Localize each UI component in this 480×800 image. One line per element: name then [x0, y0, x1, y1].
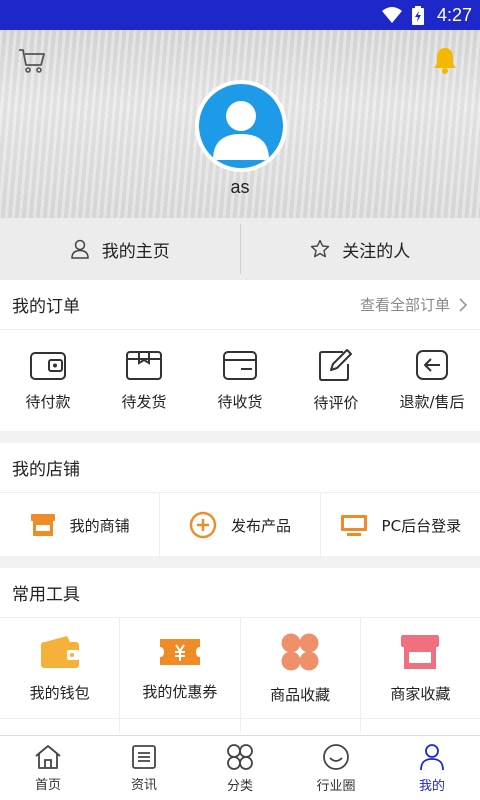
cart-icon[interactable]	[18, 48, 46, 74]
chevron-right-icon	[459, 297, 468, 312]
store-icon	[30, 514, 55, 536]
receive-icon	[223, 350, 257, 380]
avatar[interactable]	[195, 80, 287, 172]
order-pending-review[interactable]: 待评价	[288, 330, 384, 430]
view-all-orders-link[interactable]: 查看全部订单	[360, 294, 468, 315]
nav-label: 首页	[34, 777, 61, 793]
nav-news[interactable]: 资讯	[96, 736, 192, 800]
tools-title: 常用工具	[12, 585, 80, 605]
nav-label: 资讯	[130, 777, 157, 793]
order-item-label: 待付款	[25, 392, 71, 411]
nav-home[interactable]: 首页	[0, 736, 96, 800]
shop-title: 我的店铺	[12, 460, 80, 480]
category-icon	[227, 743, 253, 770]
wallet-icon	[40, 635, 79, 668]
default-user-icon	[213, 101, 269, 160]
tools-section: 常用工具 我的钱包 我的优惠券 商品收藏 商家收藏	[0, 568, 480, 735]
tool-item-label: 商家收藏	[390, 684, 451, 703]
my-wallet-button[interactable]: 我的钱包	[0, 618, 121, 718]
my-store-button[interactable]: 我的商铺	[0, 493, 161, 557]
order-pending-payment[interactable]: 待付款	[0, 330, 96, 430]
news-icon	[132, 744, 156, 769]
clover-icon	[281, 633, 319, 670]
shop-section: 我的店铺 我的商铺 发布产品 PC后台登录	[0, 443, 480, 557]
view-all-orders-label: 查看全部订单	[359, 296, 450, 314]
order-refund-aftersales[interactable]: 退款/售后	[384, 330, 480, 430]
person-outline-icon	[70, 239, 89, 259]
bottom-nav: 首页 资讯 分类 行业圈 我的	[0, 735, 480, 800]
add-circle-icon	[189, 511, 217, 539]
nav-label: 我的	[418, 778, 445, 794]
orders-section: 我的订单 查看全部订单 待付款 待发货 待收货 待评价 退款/售后	[0, 280, 480, 431]
shop-item-label: 我的商铺	[69, 516, 130, 535]
nav-industry-circle[interactable]: 行业圈	[288, 736, 384, 800]
order-item-label: 待发货	[121, 392, 167, 411]
product-favorites-button[interactable]: 商品收藏	[241, 618, 361, 718]
nav-label: 分类	[226, 778, 253, 794]
wifi-icon	[382, 7, 402, 23]
person-icon	[420, 743, 444, 770]
battery-icon	[412, 6, 424, 25]
tool-item-label: 我的优惠券	[142, 682, 218, 701]
review-icon	[319, 348, 352, 381]
wallet-icon	[30, 351, 66, 380]
order-item-label: 退款/售后	[399, 392, 465, 411]
order-pending-receipt[interactable]: 待收货	[192, 330, 288, 430]
username: as	[230, 177, 250, 197]
home-icon	[35, 744, 61, 769]
profile-tabs: 我的主页 关注的人	[0, 218, 480, 280]
my-coupons-button[interactable]: 我的优惠券	[120, 618, 241, 718]
star-outline-icon	[311, 239, 330, 258]
profile-header: as	[0, 30, 480, 218]
store-icon	[401, 634, 440, 669]
tool-item-label: 我的钱包	[29, 683, 90, 702]
my-homepage-button[interactable]: 我的主页	[0, 218, 240, 280]
package-icon	[126, 350, 162, 380]
nav-mine[interactable]: 我的	[384, 736, 480, 800]
refund-icon	[416, 349, 448, 380]
nav-category[interactable]: 分类	[192, 736, 288, 800]
store-favorites-button[interactable]: 商家收藏	[361, 618, 480, 718]
clock: 4:27	[436, 5, 472, 25]
following-label: 关注的人	[342, 241, 411, 262]
order-item-label: 待收货	[217, 392, 263, 411]
order-pending-shipment[interactable]: 待发货	[96, 330, 192, 430]
status-bar: 4:27	[0, 0, 480, 30]
bell-icon[interactable]	[432, 46, 458, 74]
shop-item-label: PC后台登录	[381, 516, 462, 535]
monitor-icon	[340, 515, 367, 536]
following-button[interactable]: 关注的人	[241, 218, 480, 280]
publish-product-button[interactable]: 发布产品	[160, 493, 321, 557]
order-item-label: 待评价	[313, 393, 359, 412]
smile-icon	[323, 743, 349, 770]
nav-label: 行业圈	[316, 778, 356, 794]
tool-item-label: 商品收藏	[270, 685, 331, 704]
pc-backend-login-button[interactable]: PC后台登录	[321, 493, 480, 557]
shop-item-label: 发布产品	[230, 516, 291, 535]
coupon-icon	[159, 638, 200, 665]
my-homepage-label: 我的主页	[101, 241, 170, 262]
orders-title: 我的订单	[12, 297, 80, 317]
